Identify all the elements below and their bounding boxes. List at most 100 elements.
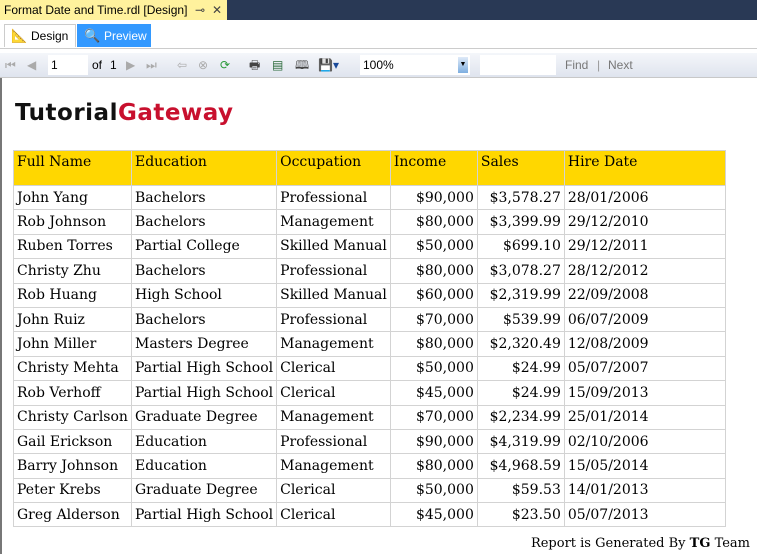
table-cell: Graduate Degree — [130, 404, 278, 430]
table-cell: 25/01/2014 — [563, 404, 726, 430]
table-row: John Ruiz Bachelors Professional $70,000 $53… — [13, 306, 726, 333]
table-cell: Professional — [276, 306, 391, 333]
table-cell: Professional — [276, 258, 391, 284]
table-cell: 05/07/2013 — [563, 502, 726, 528]
table-cell: High School — [130, 282, 278, 308]
title-bar: Format Date and Time.rdl [Design] ⊸ ✕ — [0, 0, 757, 20]
report-border — [0, 78, 2, 554]
table-cell: Management — [276, 331, 391, 357]
page-number-input[interactable]: 1 — [48, 55, 88, 75]
chevron-down-icon[interactable]: ▼ — [458, 57, 468, 73]
table-cell: Bachelors — [130, 184, 278, 211]
footer-suffix: Team — [714, 536, 750, 551]
print-icon[interactable]: 🖶 — [249, 56, 260, 74]
table-row: Christy Zhu Bachelors Professional $80,000 $… — [13, 258, 726, 284]
find-button[interactable]: Find — [565, 56, 588, 74]
logo-part1: Tutorial — [15, 100, 118, 126]
zoom-select[interactable]: 100% ▼ — [360, 55, 470, 75]
column-header: Income — [389, 150, 478, 186]
page-setup-icon[interactable]: 🕮 — [295, 56, 309, 74]
column-header: Occupation — [276, 150, 391, 186]
table-cell: 12/08/2009 — [563, 331, 726, 357]
previous-page-icon[interactable]: ◀ — [27, 56, 36, 74]
column-header: Education — [130, 150, 278, 186]
tab-preview[interactable]: 🔍 Preview — [77, 24, 151, 47]
pin-icon[interactable]: ⊸ — [195, 0, 205, 20]
table-cell: Management — [276, 453, 391, 479]
table-cell: Professional — [276, 428, 391, 455]
table-cell: $80,000 — [389, 209, 478, 235]
zoom-value: 100% — [363, 58, 394, 72]
table-cell: John Ruiz — [13, 306, 132, 333]
table-cell: $60,000 — [389, 282, 478, 308]
table-cell: Greg Alderson — [13, 502, 132, 528]
next-button[interactable]: Next — [608, 56, 633, 74]
table-cell: $699.10 — [476, 233, 565, 260]
table-cell: 15/05/2014 — [563, 453, 726, 479]
table-cell: 15/09/2013 — [563, 380, 726, 406]
toolbar-separator: | — [597, 58, 601, 72]
last-page-icon[interactable]: ⏭ — [146, 56, 157, 74]
report-toolbar: ⏮ ◀ 1 of 1 ▶ ⏭ ⇦ ⊗ ⟳ 🖶 ▤ 🕮 💾▾ 100% ▼ Find… — [0, 53, 757, 78]
table-cell: Skilled Manual — [276, 233, 391, 260]
back-icon[interactable]: ⇦ — [177, 56, 187, 74]
table-cell: Partial High School — [130, 355, 278, 382]
table-row: John Miller Masters Degree Management $80,0… — [13, 331, 726, 357]
table-cell: Bachelors — [130, 209, 278, 235]
table-row: Peter Krebs Graduate Degree Clerical $50,00… — [13, 477, 726, 504]
table-row: Rob Huang High School Skilled Manual $60,00… — [13, 282, 726, 308]
export-icon[interactable]: 💾▾ — [318, 56, 339, 74]
table-cell: $24.99 — [476, 380, 565, 406]
table-cell: $90,000 — [389, 428, 478, 455]
document-tab-title: Format Date and Time.rdl [Design] — [4, 3, 188, 17]
table-cell: Ruben Torres — [13, 233, 132, 260]
table-cell: Professional — [276, 184, 391, 211]
table-cell: Partial High School — [130, 380, 278, 406]
table-cell: $80,000 — [389, 258, 478, 284]
table-cell: 14/01/2013 — [563, 477, 726, 504]
table-cell: $23.50 — [476, 502, 565, 528]
table-cell: Graduate Degree — [130, 477, 278, 504]
table-cell: Bachelors — [130, 306, 278, 333]
table-cell: Christy Mehta — [13, 355, 132, 382]
table-cell: $50,000 — [389, 355, 478, 382]
of-label: of — [92, 58, 103, 72]
table-cell: 06/07/2009 — [563, 306, 726, 333]
table-cell: Christy Carlson — [13, 404, 132, 430]
first-page-icon[interactable]: ⏮ — [5, 56, 16, 74]
table-cell: 02/10/2006 — [563, 428, 726, 455]
table-cell: $70,000 — [389, 404, 478, 430]
find-input[interactable] — [480, 55, 556, 75]
table-row: Gail Erickson Education Professional $90,00… — [13, 428, 726, 455]
table-row: Rob Verhoff Partial High School Clerical $4… — [13, 380, 726, 406]
table-cell: $70,000 — [389, 306, 478, 333]
document-tab[interactable]: Format Date and Time.rdl [Design] ⊸ ✕ — [0, 0, 227, 20]
table-cell: Partial College — [130, 233, 278, 260]
table-cell: Peter Krebs — [13, 477, 132, 504]
refresh-icon[interactable]: ⟳ — [220, 56, 230, 74]
table-cell: $59.53 — [476, 477, 565, 504]
table-cell: $80,000 — [389, 453, 478, 479]
table-cell: Clerical — [276, 477, 391, 504]
table-cell: Christy Zhu — [13, 258, 132, 284]
table-cell: $45,000 — [389, 502, 478, 528]
stop-icon[interactable]: ⊗ — [198, 56, 208, 74]
table-row: Greg Alderson Partial High School Clerical… — [13, 502, 726, 528]
table-cell: $80,000 — [389, 331, 478, 357]
next-page-icon[interactable]: ▶ — [126, 56, 135, 74]
report-footer: Report is Generated By TG Team — [531, 536, 750, 551]
table-cell: Management — [276, 209, 391, 235]
column-header: Sales — [476, 150, 565, 186]
table-cell: 05/07/2007 — [563, 355, 726, 382]
print-layout-icon[interactable]: ▤ — [272, 56, 283, 74]
table-row: Christy Carlson Graduate Degree Management… — [13, 404, 726, 430]
table-cell: Partial High School — [130, 502, 278, 528]
table-cell: Gail Erickson — [13, 428, 132, 455]
table-header: Full Name Education Occupation Income Sales H… — [13, 150, 726, 186]
close-icon[interactable]: ✕ — [212, 0, 222, 20]
tab-design[interactable]: 📐 Design — [4, 24, 76, 47]
table-cell: Barry Johnson — [13, 453, 132, 479]
table-cell: Skilled Manual — [276, 282, 391, 308]
table-cell: 28/12/2012 — [563, 258, 726, 284]
table-row: Ruben Torres Partial College Skilled Manua… — [13, 233, 726, 260]
